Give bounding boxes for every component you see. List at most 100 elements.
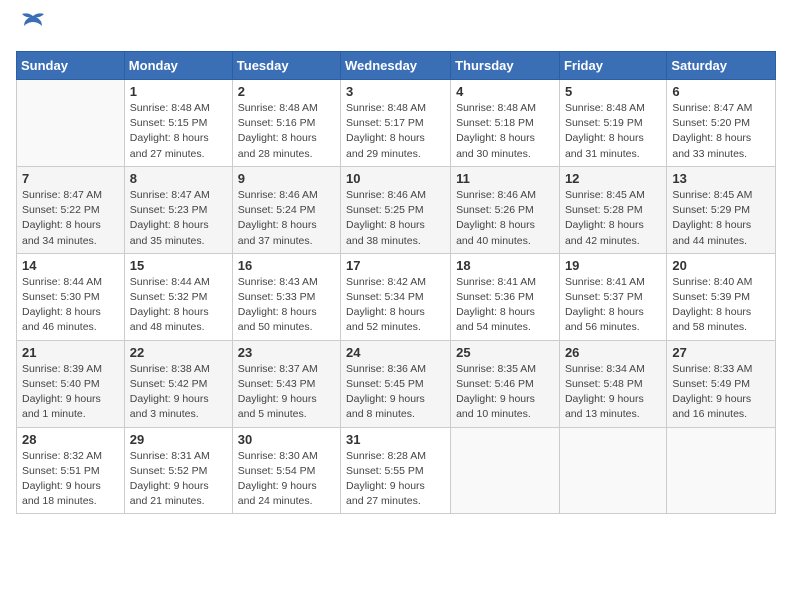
day-number: 4 [456, 84, 554, 99]
calendar-cell: 15 Sunrise: 8:44 AM Sunset: 5:32 PM Dayli… [124, 253, 232, 340]
day-number: 2 [238, 84, 335, 99]
day-number: 31 [346, 432, 445, 447]
calendar-cell: 21Sunrise: 8:39 AM Sunset: 5:40 PM Dayli… [17, 340, 125, 427]
calendar-cell: 14 Sunrise: 8:44 AM Sunset: 5:30 PM Dayli… [17, 253, 125, 340]
day-info: Sunrise: 8:35 AM Sunset: 5:46 PM Dayligh… [456, 362, 554, 423]
day-number: 30 [238, 432, 335, 447]
calendar-cell: 1 Sunrise: 8:48 AM Sunset: 5:15 PM Daylig… [124, 80, 232, 167]
calendar-cell [667, 427, 776, 514]
day-info: Sunrise: 8:28 AM Sunset: 5:55 PM Dayligh… [346, 449, 445, 510]
logo-bird-icon [20, 12, 46, 39]
day-number: 9 [238, 171, 335, 186]
calendar-week-row: 14 Sunrise: 8:44 AM Sunset: 5:30 PM Dayli… [17, 253, 776, 340]
day-info: Sunrise: 8:47 AM Sunset: 5:22 PM Dayligh… [22, 188, 119, 249]
calendar-cell: 9 Sunrise: 8:46 AM Sunset: 5:24 PM Daylig… [232, 166, 340, 253]
calendar-cell: 25 Sunrise: 8:35 AM Sunset: 5:46 PM Dayli… [451, 340, 560, 427]
day-number: 14 [22, 258, 119, 273]
day-number: 13 [672, 171, 770, 186]
calendar-cell: 30 Sunrise: 8:30 AM Sunset: 5:54 PM Dayli… [232, 427, 340, 514]
day-info: Sunrise: 8:45 AM Sunset: 5:28 PM Dayligh… [565, 188, 661, 249]
calendar-cell: 6 Sunrise: 8:47 AM Sunset: 5:20 PM Daylig… [667, 80, 776, 167]
calendar-day-header: Friday [559, 52, 666, 80]
day-number: 21 [22, 345, 119, 360]
calendar-cell: 31 Sunrise: 8:28 AM Sunset: 5:55 PM Dayli… [341, 427, 451, 514]
logo [16, 16, 46, 39]
calendar-cell: 3 Sunrise: 8:48 AM Sunset: 5:17 PM Daylig… [341, 80, 451, 167]
calendar-cell: 29 Sunrise: 8:31 AM Sunset: 5:52 PM Dayli… [124, 427, 232, 514]
calendar-week-row: 21Sunrise: 8:39 AM Sunset: 5:40 PM Dayli… [17, 340, 776, 427]
calendar-day-header: Tuesday [232, 52, 340, 80]
day-number: 23 [238, 345, 335, 360]
day-number: 16 [238, 258, 335, 273]
calendar-cell: 26 Sunrise: 8:34 AM Sunset: 5:48 PM Dayli… [559, 340, 666, 427]
calendar-cell: 20 Sunrise: 8:40 AM Sunset: 5:39 PM Dayli… [667, 253, 776, 340]
calendar-day-header: Thursday [451, 52, 560, 80]
day-number: 3 [346, 84, 445, 99]
day-number: 8 [130, 171, 227, 186]
day-info: Sunrise: 8:41 AM Sunset: 5:36 PM Dayligh… [456, 275, 554, 336]
day-info: Sunrise: 8:43 AM Sunset: 5:33 PM Dayligh… [238, 275, 335, 336]
day-info: Sunrise: 8:48 AM Sunset: 5:16 PM Dayligh… [238, 101, 335, 162]
day-number: 6 [672, 84, 770, 99]
calendar-day-header: Sunday [17, 52, 125, 80]
calendar-cell: 28Sunrise: 8:32 AM Sunset: 5:51 PM Dayli… [17, 427, 125, 514]
calendar-week-row: 7 Sunrise: 8:47 AM Sunset: 5:22 PM Daylig… [17, 166, 776, 253]
day-info: Sunrise: 8:44 AM Sunset: 5:30 PM Dayligh… [22, 275, 119, 336]
calendar-cell: 2 Sunrise: 8:48 AM Sunset: 5:16 PM Daylig… [232, 80, 340, 167]
day-info: Sunrise: 8:38 AM Sunset: 5:42 PM Dayligh… [130, 362, 227, 423]
day-number: 7 [22, 171, 119, 186]
day-info: Sunrise: 8:46 AM Sunset: 5:25 PM Dayligh… [346, 188, 445, 249]
day-info: Sunrise: 8:48 AM Sunset: 5:15 PM Dayligh… [130, 101, 227, 162]
calendar-day-header: Monday [124, 52, 232, 80]
day-info: Sunrise: 8:31 AM Sunset: 5:52 PM Dayligh… [130, 449, 227, 510]
day-number: 22 [130, 345, 227, 360]
calendar-cell: 10 Sunrise: 8:46 AM Sunset: 5:25 PM Dayli… [341, 166, 451, 253]
day-info: Sunrise: 8:48 AM Sunset: 5:17 PM Dayligh… [346, 101, 445, 162]
calendar-week-row: 28Sunrise: 8:32 AM Sunset: 5:51 PM Dayli… [17, 427, 776, 514]
day-info: Sunrise: 8:41 AM Sunset: 5:37 PM Dayligh… [565, 275, 661, 336]
day-number: 26 [565, 345, 661, 360]
day-number: 19 [565, 258, 661, 273]
day-number: 12 [565, 171, 661, 186]
day-info: Sunrise: 8:34 AM Sunset: 5:48 PM Dayligh… [565, 362, 661, 423]
calendar-cell: 19 Sunrise: 8:41 AM Sunset: 5:37 PM Dayli… [559, 253, 666, 340]
calendar-cell: 12 Sunrise: 8:45 AM Sunset: 5:28 PM Dayli… [559, 166, 666, 253]
day-info: Sunrise: 8:47 AM Sunset: 5:20 PM Dayligh… [672, 101, 770, 162]
day-info: Sunrise: 8:42 AM Sunset: 5:34 PM Dayligh… [346, 275, 445, 336]
day-info: Sunrise: 8:46 AM Sunset: 5:26 PM Dayligh… [456, 188, 554, 249]
calendar-header-row: SundayMondayTuesdayWednesdayThursdayFrid… [17, 52, 776, 80]
calendar-cell: 27Sunrise: 8:33 AM Sunset: 5:49 PM Dayli… [667, 340, 776, 427]
day-number: 15 [130, 258, 227, 273]
day-number: 1 [130, 84, 227, 99]
day-number: 29 [130, 432, 227, 447]
day-info: Sunrise: 8:40 AM Sunset: 5:39 PM Dayligh… [672, 275, 770, 336]
day-number: 24 [346, 345, 445, 360]
day-number: 11 [456, 171, 554, 186]
calendar-cell: 23 Sunrise: 8:37 AM Sunset: 5:43 PM Dayli… [232, 340, 340, 427]
day-info: Sunrise: 8:48 AM Sunset: 5:19 PM Dayligh… [565, 101, 661, 162]
calendar-cell: 17 Sunrise: 8:42 AM Sunset: 5:34 PM Dayli… [341, 253, 451, 340]
calendar-cell [451, 427, 560, 514]
day-info: Sunrise: 8:30 AM Sunset: 5:54 PM Dayligh… [238, 449, 335, 510]
calendar-day-header: Saturday [667, 52, 776, 80]
day-info: Sunrise: 8:48 AM Sunset: 5:18 PM Dayligh… [456, 101, 554, 162]
day-number: 10 [346, 171, 445, 186]
day-info: Sunrise: 8:44 AM Sunset: 5:32 PM Dayligh… [130, 275, 227, 336]
calendar-table: SundayMondayTuesdayWednesdayThursdayFrid… [16, 51, 776, 514]
day-number: 20 [672, 258, 770, 273]
day-info: Sunrise: 8:46 AM Sunset: 5:24 PM Dayligh… [238, 188, 335, 249]
calendar-cell: 4 Sunrise: 8:48 AM Sunset: 5:18 PM Daylig… [451, 80, 560, 167]
day-info: Sunrise: 8:32 AM Sunset: 5:51 PM Dayligh… [22, 449, 119, 510]
calendar-cell: 18Sunrise: 8:41 AM Sunset: 5:36 PM Dayli… [451, 253, 560, 340]
calendar-cell: 5 Sunrise: 8:48 AM Sunset: 5:19 PM Daylig… [559, 80, 666, 167]
calendar-cell: 22 Sunrise: 8:38 AM Sunset: 5:42 PM Dayli… [124, 340, 232, 427]
page-header [16, 16, 776, 39]
day-info: Sunrise: 8:45 AM Sunset: 5:29 PM Dayligh… [672, 188, 770, 249]
day-number: 17 [346, 258, 445, 273]
day-number: 25 [456, 345, 554, 360]
day-number: 27 [672, 345, 770, 360]
calendar-cell: 11 Sunrise: 8:46 AM Sunset: 5:26 PM Dayli… [451, 166, 560, 253]
day-info: Sunrise: 8:37 AM Sunset: 5:43 PM Dayligh… [238, 362, 335, 423]
calendar-cell: 24Sunrise: 8:36 AM Sunset: 5:45 PM Dayli… [341, 340, 451, 427]
day-number: 5 [565, 84, 661, 99]
